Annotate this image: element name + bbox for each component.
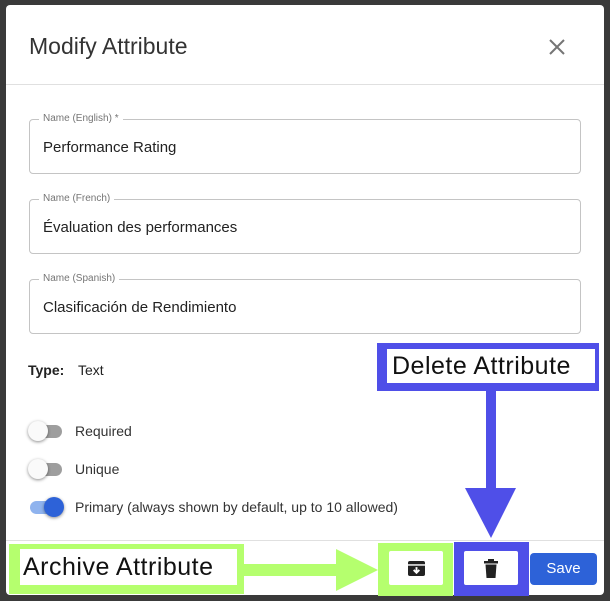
archive-button[interactable] (389, 551, 443, 585)
trash-icon (484, 559, 498, 578)
archive-annotation-label: Archive Attribute (20, 549, 237, 585)
delete-button[interactable] (464, 551, 518, 585)
archive-arrow (244, 549, 378, 591)
archive-icon (408, 560, 425, 577)
delete-arrow-shaft (486, 390, 496, 488)
delete-arrow-head (465, 488, 516, 538)
save-button[interactable]: Save (530, 553, 597, 585)
delete-annotation-label: Delete Attribute (387, 349, 595, 383)
annotation-arrows (9, 343, 599, 596)
